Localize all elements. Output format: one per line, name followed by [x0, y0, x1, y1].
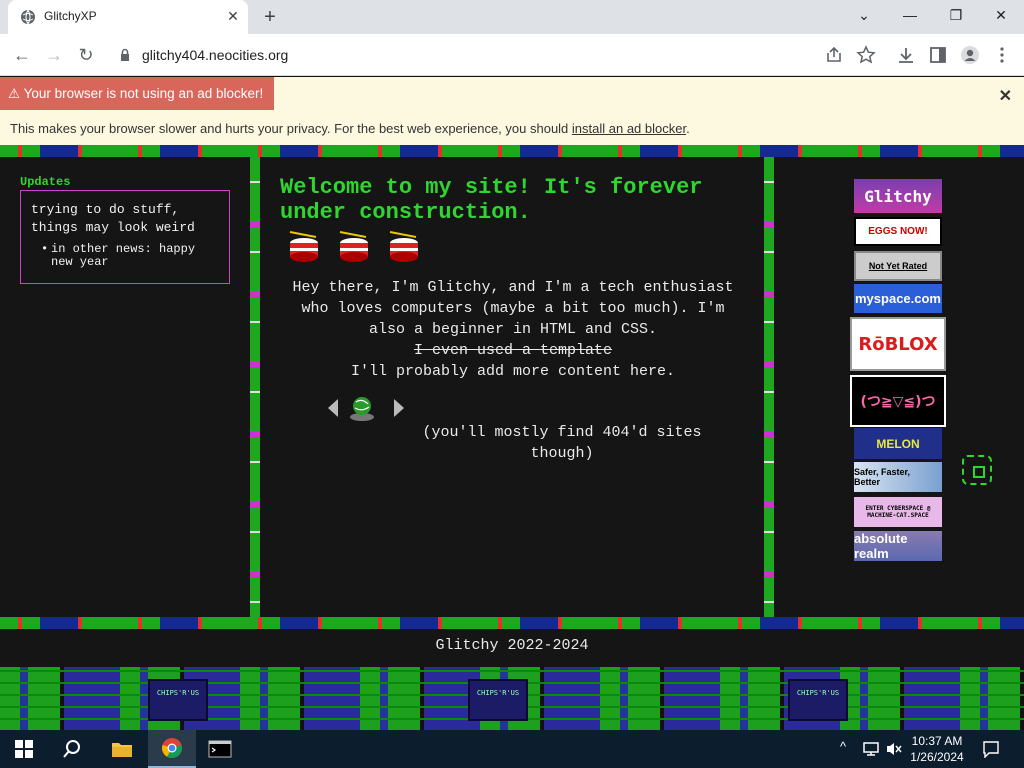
intro-paragraph: Hey there, I'm Glitchy, and I'm a tech e… — [292, 279, 734, 338]
minimize-icon[interactable]: — — [898, 4, 922, 26]
close-window-icon[interactable]: ✕ — [989, 4, 1013, 26]
circuit-border-top — [0, 145, 1024, 157]
share-icon[interactable] — [824, 45, 844, 65]
main-content: Welcome to my site! It's forever under c… — [262, 157, 764, 617]
myspace-badge[interactable]: myspace.com — [854, 284, 942, 313]
profile-avatar-icon[interactable] — [960, 45, 980, 65]
new-tab-button[interactable]: + — [258, 6, 282, 28]
ad-message-prefix: This makes your browser slower and hurts… — [10, 121, 572, 136]
lock-icon — [121, 48, 129, 61]
glitchy-badge[interactable]: Glitchy — [854, 179, 942, 213]
terminal-icon — [208, 740, 232, 758]
webring-nav — [328, 397, 404, 421]
cyberspace-badge[interactable]: ENTER CYBERSPACE @ MACHINE-CAT.SPACE — [854, 497, 942, 527]
terminal-button[interactable] — [198, 730, 242, 768]
bookmark-star-icon[interactable] — [856, 45, 876, 65]
kaomoji-badge[interactable]: (つ≧▽≦)つ — [850, 375, 946, 427]
system-clock[interactable]: 10:37 AM 1/26/2024 — [902, 733, 972, 765]
updates-title: Updates — [20, 175, 71, 189]
roblox-badge[interactable]: RōBLOX — [850, 317, 946, 371]
windows-icon — [15, 740, 33, 758]
intro-more: I'll probably add more content here. — [350, 363, 676, 380]
selection-target-icon[interactable] — [962, 455, 992, 485]
chip-label: CHIPS'R'US — [148, 679, 208, 721]
circuit-border-left — [250, 157, 260, 617]
volume-muted-icon[interactable] — [886, 741, 902, 757]
tab-strip: GlitchyXP ✕ + ⌄ — ❐ ✕ — [0, 0, 1024, 34]
footer: Glitchy 2022-2024 — [0, 629, 1024, 667]
browser-toolbar: ← → ↻ glitchy404.neocities.org — [0, 34, 1024, 76]
close-tab-icon[interactable]: ✕ — [224, 7, 242, 25]
tab-title: GlitchyXP — [44, 9, 97, 23]
intro-text: Hey there, I'm Glitchy, and I'm a tech e… — [280, 277, 746, 382]
install-ad-blocker-link[interactable]: install an ad blocker — [572, 121, 686, 136]
clock-time: 10:37 AM — [911, 734, 963, 748]
chip-label: CHIPS'R'US — [788, 679, 848, 721]
eggs-badge[interactable]: EGGS NOW! — [854, 217, 942, 246]
menu-kebab-icon[interactable] — [992, 45, 1012, 65]
updates-box: trying to do stuff, things may look weir… — [20, 190, 230, 284]
network-icon[interactable] — [862, 741, 880, 757]
url-text: glitchy404.neocities.org — [142, 47, 289, 63]
chip-label: CHIPS'R'US — [468, 679, 528, 721]
globe-icon[interactable] — [353, 397, 371, 415]
clock-date: 1/26/2024 — [910, 750, 964, 764]
tab-search-icon[interactable]: ⌄ — [852, 4, 876, 26]
back-icon[interactable]: ← — [11, 44, 33, 66]
drum-icon — [339, 231, 368, 262]
melon-badge[interactable]: MELON — [854, 428, 942, 459]
drum-icon — [289, 231, 318, 262]
absolute-realm-badge[interactable]: absolute realm — [854, 531, 942, 561]
updates-text: trying to do stuff, things may look weir… — [31, 202, 195, 235]
ad-blocker-message: This makes your browser slower and hurts… — [10, 121, 690, 136]
not-yet-rated-badge[interactable]: Not Yet Rated — [854, 251, 942, 281]
circuit-border-right — [764, 157, 774, 617]
start-button[interactable] — [2, 730, 46, 768]
next-arrow-icon[interactable] — [394, 399, 404, 417]
search-button[interactable] — [50, 730, 94, 768]
web-page: Updates trying to do stuff, things may l… — [0, 145, 1024, 730]
globe-icon — [21, 9, 35, 25]
file-explorer-button[interactable] — [100, 730, 144, 768]
drum-icon — [389, 231, 418, 262]
address-bar[interactable]: glitchy404.neocities.org — [108, 40, 884, 70]
right-sidebar: Glitchy EGGS NOW! Not Yet Rated myspace.… — [774, 157, 1024, 617]
ad-message-suffix: . — [686, 121, 690, 136]
list-item: in other news: happy new year — [41, 243, 219, 269]
prev-arrow-icon[interactable] — [328, 399, 338, 417]
reload-icon[interactable]: ↻ — [75, 44, 97, 66]
chrome-icon — [162, 738, 182, 759]
forward-icon[interactable]: → — [43, 44, 65, 66]
webring-note: (you'll mostly find 404'd sites though) — [422, 424, 702, 462]
side-panel-icon[interactable] — [928, 45, 948, 65]
chrome-button[interactable] — [148, 730, 196, 768]
search-icon — [63, 740, 80, 758]
browser-tab[interactable]: GlitchyXP ✕ — [8, 0, 248, 34]
restore-icon[interactable]: ❐ — [944, 4, 968, 26]
chevron-up-icon[interactable]: ^ — [840, 739, 846, 754]
folder-icon — [112, 743, 132, 757]
ad-blocker-banner: ⚠ Your browser is not using an ad blocke… — [0, 77, 1024, 145]
left-sidebar: Updates trying to do stuff, things may l… — [0, 157, 250, 617]
taskbar: ^ 10:37 AM 1/26/2024 — [0, 730, 1024, 768]
circuit-border-bottom — [0, 617, 1024, 629]
close-icon[interactable]: ✕ — [999, 86, 1012, 106]
download-icon[interactable] — [896, 45, 916, 65]
updates-list: in other news: happy new year — [31, 243, 219, 269]
page-title: Welcome to my site! It's forever under c… — [280, 175, 703, 225]
firefox-badge[interactable]: Safer, Faster, Better — [854, 462, 942, 492]
notification-icon[interactable] — [982, 740, 1000, 758]
strikethrough-text: I even used a template — [413, 342, 613, 359]
ad-blocker-warning: ⚠ Your browser is not using an ad blocke… — [0, 77, 274, 110]
